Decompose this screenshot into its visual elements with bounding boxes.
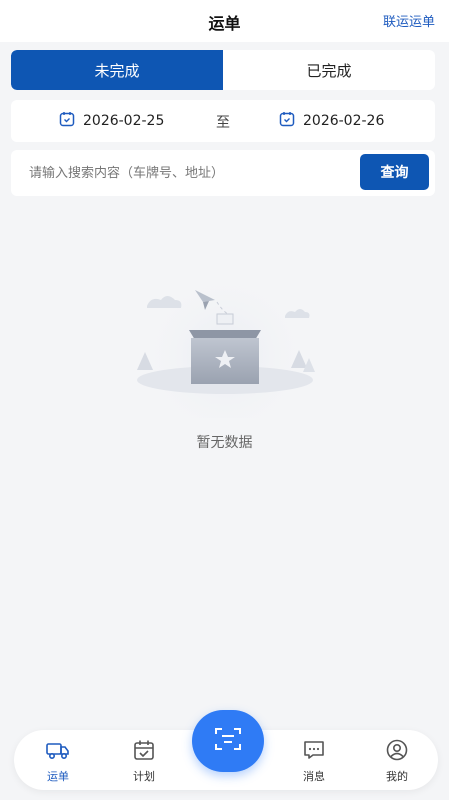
intermodal-waybill-link[interactable]: 联运运单 (383, 11, 435, 30)
start-date-picker[interactable]: 2026-02-25 (59, 111, 164, 131)
date-range-filter: 2026-02-25 至 2026-02-26 (11, 100, 435, 142)
end-date-value: 2026-02-26 (303, 113, 385, 129)
nav-item-plan[interactable]: 计划 (114, 738, 174, 784)
nav-label-messages: 消息 (303, 770, 325, 783)
user-icon (367, 738, 427, 762)
empty-box-illustration (125, 268, 325, 426)
scan-icon (213, 726, 243, 756)
nav-label-waybill: 运单 (47, 770, 69, 783)
search-input[interactable] (17, 156, 347, 190)
end-date-picker[interactable]: 2026-02-26 (279, 111, 384, 131)
nav-item-profile[interactable]: 我的 (367, 738, 427, 784)
query-button[interactable]: 查询 (360, 154, 429, 190)
nav-label-plan: 计划 (133, 770, 155, 783)
top-bar: 运单 联运运单 (0, 0, 449, 42)
message-icon (284, 738, 344, 762)
search-bar: 查询 (11, 150, 435, 196)
calendar-check-icon (114, 738, 174, 762)
status-tabs: 未完成 已完成 (11, 50, 435, 90)
tab-unfinished[interactable]: 未完成 (11, 50, 223, 90)
nav-item-waybill[interactable]: 运单 (28, 738, 88, 784)
calendar-icon (279, 111, 295, 131)
start-date-value: 2026-02-25 (83, 113, 165, 129)
date-separator: 至 (216, 115, 230, 131)
scan-button[interactable] (192, 710, 264, 772)
truck-icon (28, 738, 88, 762)
empty-state-text: 暂无数据 (196, 435, 253, 451)
nav-item-messages[interactable]: 消息 (284, 738, 344, 784)
tab-finished[interactable]: 已完成 (223, 50, 435, 90)
page-title: 运单 (208, 14, 241, 33)
nav-label-profile: 我的 (386, 770, 408, 783)
calendar-icon (59, 111, 75, 131)
